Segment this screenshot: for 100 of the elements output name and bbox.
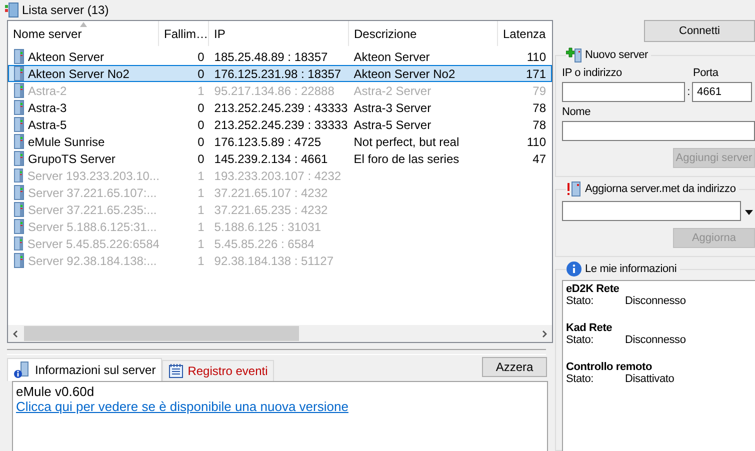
- table-cell: Akteon Server: [354, 50, 430, 64]
- table-cell: 78: [532, 118, 546, 132]
- scroll-right-icon[interactable]: [540, 330, 548, 338]
- ip-field[interactable]: [562, 82, 685, 102]
- server-icon: [14, 83, 24, 98]
- table-cell: 37.221.65.235 : 4232: [214, 202, 328, 216]
- server-icon: [14, 117, 24, 132]
- server-icon: [14, 66, 24, 81]
- port-field[interactable]: 4661: [692, 82, 752, 102]
- table-cell: Server 37.221.65.107:...: [28, 186, 157, 200]
- table-cell: Not perfect, but real: [354, 134, 460, 148]
- table-cell: Astra-2: [28, 84, 67, 98]
- server-icon: [14, 236, 24, 251]
- server-icon: [14, 185, 24, 200]
- table-cell: 78: [532, 100, 546, 114]
- column-header[interactable]: Latenza: [498, 21, 552, 46]
- table-cell: Server 92.38.184.138:...: [28, 254, 157, 268]
- column-header[interactable]: IP: [209, 21, 349, 46]
- server-info-icon: [13, 361, 31, 379]
- table-cell: 110: [526, 134, 546, 148]
- field-label: IP o indirizzo: [562, 67, 622, 81]
- table-cell: 1: [198, 236, 204, 250]
- server-icon: [14, 134, 24, 149]
- table-cell: 176.125.231.98 : 18357: [214, 66, 342, 80]
- table-cell: 5.45.85.226 : 6584: [214, 236, 314, 250]
- server-icon: [14, 253, 24, 268]
- server-row[interactable]: Akteon Server 0 185.25.48.89 : 18357 Akteon Server 110: [8, 48, 552, 65]
- server-row[interactable]: GrupoTS Server 0 145.239.2.134 : 4661 El foro de las series 47: [8, 150, 552, 167]
- column-header[interactable]: Fallim…: [159, 21, 209, 46]
- status-label: Stato:: [566, 295, 595, 307]
- server-row[interactable]: Astra-5 0 213.252.245.239 : 33333 Astra-5 Server 78: [8, 116, 552, 133]
- table-cell: 0: [198, 66, 204, 80]
- table-cell: 95.217.134.86 : 22888: [214, 84, 334, 98]
- server-row[interactable]: Akteon Server No2 0 176.125.231.98 : 18357 Akteon Server No2 171: [8, 65, 552, 82]
- table-cell: Astra-2 Server: [354, 84, 432, 98]
- table-cell: 213.252.245.239 : 43333: [214, 100, 348, 114]
- column-header[interactable]: Descrizione: [349, 21, 498, 46]
- table-cell: GrupoTS Server: [28, 152, 116, 166]
- table-cell: Astra-5: [28, 118, 67, 132]
- server-row[interactable]: Astra-3 0 213.252.245.239 : 43333 Astra-3 Server 78: [8, 99, 552, 116]
- panel-title: Lista server (13): [22, 3, 109, 17]
- group-title: Aggiorna server.met da indirizzo: [585, 183, 736, 195]
- table-cell: 193.233.203.107 : 4232: [214, 168, 342, 182]
- add-server-icon: [566, 47, 582, 63]
- clear-button[interactable]: Azzera: [482, 357, 547, 377]
- tab[interactable]: Registro eventi: [162, 360, 274, 381]
- group-title: Le mie informazioni: [585, 263, 677, 275]
- table-cell: 79: [532, 84, 546, 98]
- table-cell: 213.252.245.239 : 33333: [214, 118, 348, 132]
- url-combo-field[interactable]: [562, 201, 741, 221]
- name-field[interactable]: [562, 121, 755, 141]
- table-cell: Server 5.45.85.226:6584: [27, 236, 160, 250]
- horizontal-scrollbar[interactable]: [8, 325, 552, 342]
- table-cell: 5.188.6.125 : 31031: [214, 220, 322, 234]
- section-heading: Controllo remoto: [566, 361, 654, 373]
- table-cell: Server 193.233.203.10...: [27, 168, 160, 182]
- column-header[interactable]: Nome server: [8, 21, 159, 46]
- table-cell: Akteon Server No2: [28, 66, 130, 80]
- connect-button[interactable]: Connetti: [644, 20, 755, 42]
- status-value: Disconnesso: [625, 334, 686, 346]
- tab[interactable]: Informazioni sul server: [7, 358, 162, 381]
- server-icon: [14, 219, 24, 234]
- table-cell: Astra-3: [28, 100, 67, 114]
- server-row[interactable]: eMule Sunrise 0 176.123.5.89 : 4725 Not perfect, but real 110: [8, 133, 552, 150]
- server-icon: [14, 100, 24, 115]
- update-link[interactable]: Clicca qui per vedere se è disponibile una nuova versione: [16, 399, 348, 414]
- table-cell: eMule Sunrise: [28, 134, 105, 148]
- table-cell: 1: [198, 254, 204, 268]
- table-cell: 1: [198, 168, 204, 182]
- table-cell: 0: [198, 50, 204, 64]
- table-cell: El foro de las series: [354, 152, 460, 166]
- table-cell: 47: [532, 152, 546, 166]
- port-separator: :: [686, 86, 691, 98]
- group-title: Nuovo server: [585, 49, 648, 61]
- update-server-icon: [566, 181, 582, 197]
- scroll-left-icon[interactable]: [12, 330, 20, 338]
- table-cell: 110: [526, 50, 546, 64]
- table-cell: 0: [198, 134, 204, 148]
- table-cell: 171: [526, 66, 546, 80]
- table-cell: 145.239.2.134 : 4661: [214, 152, 328, 166]
- table-cell: 0: [198, 100, 204, 114]
- server-list-icon: [4, 2, 20, 18]
- table-cell: 0: [198, 118, 204, 132]
- status-label: Stato:: [566, 373, 595, 385]
- field-label: Porta: [693, 67, 720, 81]
- table-cell: 185.25.48.89 : 18357: [214, 50, 328, 64]
- table-cell: 1: [198, 202, 204, 216]
- table-cell: 37.221.65.107 : 4232: [214, 186, 328, 200]
- table-cell: 0: [198, 152, 204, 166]
- table-cell: 176.123.5.89 : 4725: [214, 134, 322, 148]
- table-cell: 1: [198, 84, 204, 98]
- section-heading: eD2K Rete: [566, 283, 620, 295]
- table-cell: Akteon Server: [28, 50, 104, 64]
- status-value: Disconnesso: [625, 295, 686, 307]
- server-icon: [14, 168, 24, 183]
- table-cell: Astra-3 Server: [354, 100, 432, 114]
- log-text: eMule v0.60d: [16, 384, 96, 399]
- table-cell: 92.38.184.138 : 51127: [214, 254, 334, 268]
- server-icon: [14, 49, 24, 64]
- field-label: Nome: [562, 106, 591, 118]
